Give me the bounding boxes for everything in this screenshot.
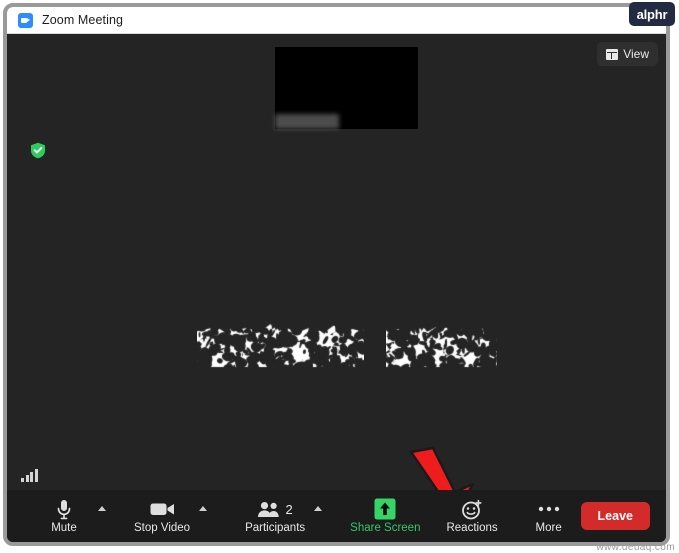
share-screen-label: Share Screen [350, 522, 421, 535]
meeting-video-stage: View [7, 34, 666, 490]
alphr-logo-text: alphr [636, 6, 668, 22]
microphone-icon [56, 497, 72, 521]
view-button[interactable]: View [597, 42, 658, 66]
reactions-button[interactable]: Reactions [442, 490, 501, 542]
obscured-name-word-2 [385, 319, 497, 370]
people-icon [258, 501, 280, 517]
ellipsis-icon [537, 497, 561, 521]
alphr-logo-watermark: alphr [629, 2, 675, 26]
stop-video-label: Stop Video [134, 522, 191, 535]
zoom-camera-icon [18, 12, 33, 28]
mute-control-group: Mute [35, 490, 106, 542]
participants-control-group: 2 Participants [241, 490, 323, 542]
participants-button[interactable]: 2 Participants [241, 490, 309, 542]
stop-video-button[interactable]: Stop Video [130, 490, 194, 542]
participants-options-caret[interactable] [314, 506, 323, 511]
video-camera-icon [150, 497, 175, 521]
meeting-controls-toolbar: Mute Stop Video 2 Participants Share Scr… [7, 490, 666, 542]
zoom-meeting-window: Zoom Meeting View Mute Stop Video 2 Part… [3, 3, 670, 546]
more-button[interactable]: More [520, 490, 578, 542]
video-options-caret[interactable] [199, 506, 208, 511]
red-down-arrow-icon [399, 446, 483, 490]
video-control-group: Stop Video [130, 490, 208, 542]
view-button-label: View [623, 47, 649, 61]
signal-bars-icon[interactable] [21, 468, 38, 482]
participants-icon-row: 2 [257, 497, 293, 521]
window-titlebar: Zoom Meeting [7, 7, 666, 34]
site-watermark: www.deuaq.com [596, 542, 675, 553]
thumbnail-name-label-blurred [275, 114, 339, 129]
obscured-name-word-1 [197, 319, 364, 370]
smiley-plus-icon [461, 497, 484, 521]
screenshot-root: Zoom Meeting View Mute Stop Video 2 Part… [0, 0, 679, 553]
more-label: More [535, 522, 562, 535]
share-screen-up-arrow-icon [374, 497, 396, 521]
green-shield-check-icon[interactable] [30, 142, 46, 159]
participant-thumbnail[interactable] [275, 47, 418, 129]
grid-layout-icon [606, 48, 619, 60]
mute-label: Mute [51, 522, 77, 535]
participant-name-obscured [197, 317, 497, 372]
share-screen-button[interactable]: Share Screen [346, 490, 424, 542]
participants-label: Participants [245, 522, 306, 535]
window-title: Zoom Meeting [42, 13, 124, 27]
mute-button[interactable]: Mute [35, 490, 93, 542]
leave-button[interactable]: Leave [580, 502, 650, 530]
mute-options-caret[interactable] [98, 506, 106, 511]
reactions-label: Reactions [446, 522, 498, 535]
participants-count: 2 [285, 501, 293, 517]
